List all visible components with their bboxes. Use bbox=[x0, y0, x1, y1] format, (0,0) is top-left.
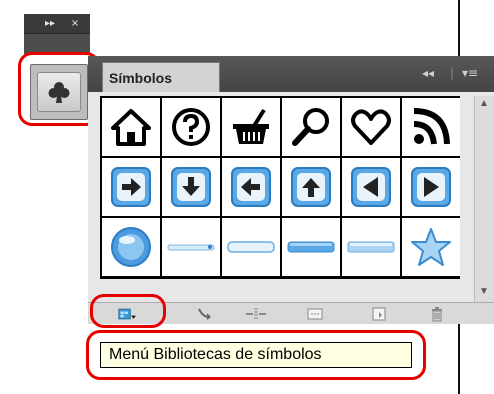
arrow-up-button bbox=[291, 167, 331, 207]
arrow-left-button bbox=[231, 167, 271, 207]
vertical-scrollbar[interactable]: ▲ ▼ bbox=[474, 96, 494, 302]
symbols-grid bbox=[100, 96, 460, 279]
capsule-bar-medium bbox=[347, 241, 395, 253]
close-dock-button[interactable]: × bbox=[68, 17, 82, 31]
new-symbol-button[interactable] bbox=[370, 306, 388, 322]
symbol-slider-bar[interactable] bbox=[162, 218, 220, 276]
rss-feed-icon bbox=[413, 108, 450, 145]
blue-orb bbox=[111, 227, 151, 267]
symbol-arrow-right[interactable] bbox=[102, 158, 160, 216]
expand-panels-button[interactable]: ▸▸ bbox=[40, 17, 60, 31]
symbol-capsule-light[interactable] bbox=[222, 218, 280, 276]
collapsed-dock: ▸▸ × bbox=[24, 14, 90, 54]
delete-symbol-icon bbox=[432, 307, 442, 322]
highlight-tooltip bbox=[86, 330, 426, 380]
symbol-blue-orb[interactable] bbox=[102, 218, 160, 276]
star-icon bbox=[411, 228, 451, 266]
magnifier-icon bbox=[292, 108, 329, 146]
arrow-right-button bbox=[111, 167, 151, 207]
place-symbol-instance-button[interactable] bbox=[196, 306, 214, 322]
symbol-arrow-down[interactable] bbox=[162, 158, 220, 216]
triangle-right-button bbox=[411, 167, 451, 207]
arrow-down-button bbox=[171, 167, 211, 207]
symbol-options-icon bbox=[307, 308, 323, 320]
capsule-bar-dark bbox=[287, 241, 335, 253]
symbol-help[interactable] bbox=[162, 98, 220, 156]
tab-separator: | bbox=[450, 66, 455, 80]
delete-symbol-button[interactable] bbox=[428, 306, 446, 322]
symbol-rss[interactable] bbox=[402, 98, 460, 156]
help-question-icon bbox=[172, 108, 210, 146]
scroll-down-arrow[interactable]: ▼ bbox=[479, 286, 489, 297]
symbols-panel: Símbolos ◂◂ | ▾≡ ▲ ▼ bbox=[88, 56, 494, 324]
break-link-icon bbox=[246, 308, 266, 320]
break-link-button[interactable] bbox=[244, 306, 268, 322]
new-symbol-icon bbox=[372, 307, 386, 321]
symbol-triangle-left[interactable] bbox=[342, 158, 400, 216]
heart-icon bbox=[351, 109, 391, 145]
shopping-basket-icon bbox=[233, 108, 269, 144]
tab-symbols[interactable]: Símbolos bbox=[102, 62, 220, 92]
capsule-bar-light bbox=[227, 241, 275, 253]
place-symbol-instance-icon bbox=[198, 308, 211, 320]
symbol-triangle-right[interactable] bbox=[402, 158, 460, 216]
symbol-capsule-medium[interactable] bbox=[342, 218, 400, 276]
symbol-house[interactable] bbox=[102, 98, 160, 156]
highlight-libraries-menu-button bbox=[90, 294, 166, 328]
symbol-arrow-up[interactable] bbox=[282, 158, 340, 216]
panel-menu-button[interactable]: ▾≡ bbox=[462, 66, 478, 80]
symbol-star[interactable] bbox=[402, 218, 460, 276]
symbol-arrow-left[interactable] bbox=[222, 158, 280, 216]
symbol-basket[interactable] bbox=[222, 98, 280, 156]
slider-bar bbox=[167, 244, 215, 251]
panel-tab-bar: Símbolos ◂◂ | ▾≡ bbox=[88, 56, 494, 92]
collapse-panel-button[interactable]: ◂◂ bbox=[422, 66, 434, 80]
scroll-up-arrow[interactable]: ▲ bbox=[479, 98, 489, 109]
symbol-magnifier[interactable] bbox=[282, 98, 340, 156]
symbol-capsule-dark[interactable] bbox=[282, 218, 340, 276]
house-icon bbox=[111, 109, 151, 146]
symbol-heart[interactable] bbox=[342, 98, 400, 156]
dock-header: ▸▸ × bbox=[24, 14, 90, 34]
triangle-left-button bbox=[351, 167, 391, 207]
symbol-options-button[interactable] bbox=[306, 306, 324, 322]
